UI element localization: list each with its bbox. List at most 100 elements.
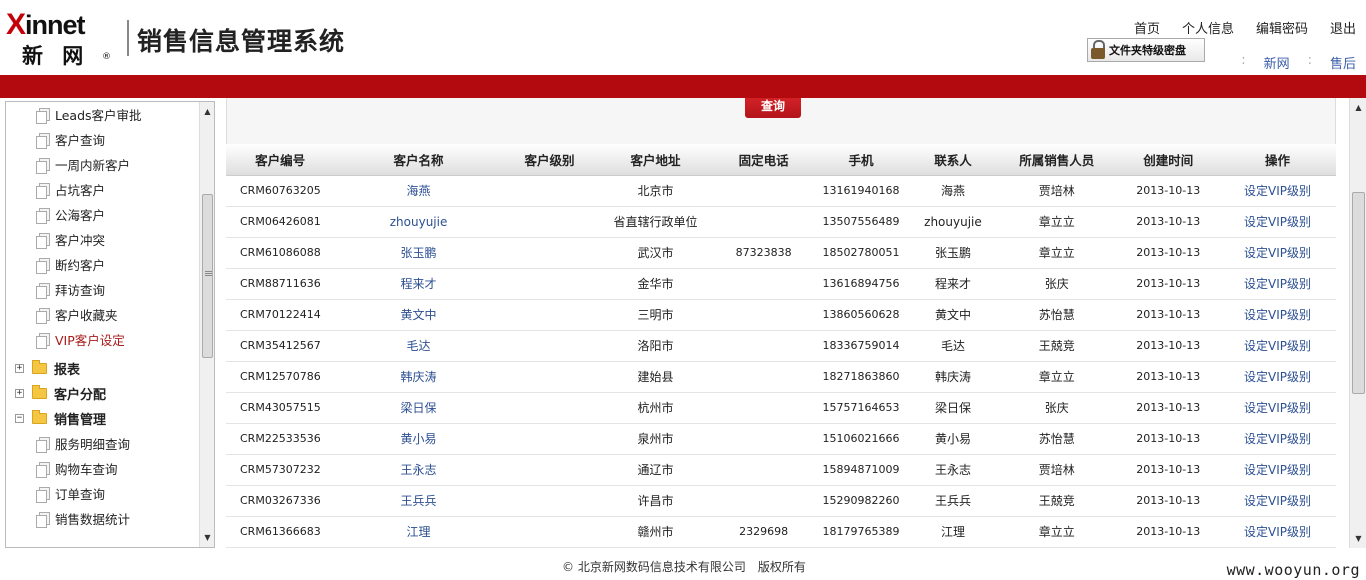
customer-name-link[interactable]: 王永志	[334, 454, 503, 486]
logo-cn: 新 网	[22, 43, 90, 68]
sidebar-item[interactable]: 断约客户	[6, 252, 105, 277]
sidebar-item[interactable]: 购物车查询	[6, 456, 118, 481]
customer-level-cell	[502, 237, 596, 269]
nav-logout[interactable]: 退出	[1330, 18, 1356, 37]
sidebar-item[interactable]: + 客户分配	[6, 381, 106, 406]
sidebar-item[interactable]: 占坑客户	[6, 177, 105, 202]
scroll-down-arrow-icon[interactable]: ▼	[1350, 531, 1366, 546]
contact-cell: 张玉鹏	[909, 237, 997, 269]
sidebar-item[interactable]: 一周内新客户	[6, 152, 130, 177]
customer-name-link[interactable]: 王兵兵	[334, 485, 503, 517]
customer-level-cell	[502, 299, 596, 331]
contact-cell: 程来才	[909, 268, 997, 300]
scroll-thumb[interactable]	[1352, 192, 1365, 394]
sidebar-item[interactable]: − 销售管理	[6, 406, 106, 431]
top-nav: 首页 个人信息 编辑密码 退出	[1134, 18, 1356, 37]
landline-cell	[714, 423, 813, 455]
logo-reg-mark: ®	[102, 52, 111, 62]
scroll-thumb[interactable]	[202, 194, 213, 358]
scroll-down-arrow-icon[interactable]: ▼	[200, 530, 214, 545]
set-vip-level-link[interactable]: 设定VIP级别	[1219, 485, 1336, 517]
collapse-icon[interactable]: −	[15, 414, 24, 423]
sidebar-item[interactable]: 销售数据统计	[6, 506, 130, 531]
set-vip-level-link[interactable]: 设定VIP级别	[1219, 330, 1336, 362]
header-divider	[127, 20, 129, 56]
nav-home[interactable]: 首页	[1134, 18, 1160, 37]
salesperson-cell: 章立立	[996, 237, 1118, 269]
landline-cell	[714, 175, 813, 207]
page-icon	[36, 307, 50, 324]
set-vip-level-link[interactable]: 设定VIP级别	[1219, 516, 1336, 548]
set-vip-level-link[interactable]: 设定VIP级别	[1219, 423, 1336, 455]
customer-address-cell: 金华市	[595, 268, 715, 300]
page-icon	[36, 207, 50, 224]
sidebar-item[interactable]: VIP客户设定	[6, 327, 125, 352]
customer-address-cell: 建始县	[595, 361, 715, 393]
sidebar-item[interactable]: Leads客户审批	[6, 102, 142, 127]
secret-folder-badge[interactable]: 文件夹特级密盘	[1087, 38, 1205, 62]
table-body: CRM60763205 海燕 北京市 13161940168 海燕 贾培林 2013-10-…	[226, 175, 1336, 548]
page-scrollbar[interactable]: ▲ ▼	[1349, 98, 1366, 548]
nav-profile[interactable]: 个人信息	[1182, 18, 1234, 37]
landline-cell	[714, 268, 813, 300]
set-vip-level-link[interactable]: 设定VIP级别	[1219, 206, 1336, 238]
customer-address-cell: 许昌市	[595, 485, 715, 517]
salesperson-cell: 张庆	[996, 268, 1118, 300]
customer-name-link[interactable]: 韩庆涛	[334, 361, 503, 393]
customer-name-link[interactable]: 江理	[334, 516, 503, 548]
subnav-separator: :	[1241, 53, 1246, 68]
customer-name-link[interactable]: 黄文中	[334, 299, 503, 331]
sidebar-item[interactable]: 客户收藏夹	[6, 302, 118, 327]
customer-level-cell	[502, 206, 596, 238]
sidebar-item[interactable]: 客户冲突	[6, 227, 105, 252]
sidebar-scrollbar[interactable]: ▲ ▼	[199, 102, 214, 547]
page-icon	[36, 486, 50, 503]
set-vip-level-link[interactable]: 设定VIP级别	[1219, 299, 1336, 331]
set-vip-level-link[interactable]: 设定VIP级别	[1219, 175, 1336, 207]
nav-edit-password[interactable]: 编辑密码	[1256, 18, 1308, 37]
scroll-up-arrow-icon[interactable]: ▲	[1350, 100, 1366, 115]
sidebar-item[interactable]: 公海客户	[6, 202, 105, 227]
sidebar-item[interactable]: 客户查询	[6, 127, 105, 152]
subnav-aftersales[interactable]: 售后	[1330, 53, 1356, 72]
set-vip-level-link[interactable]: 设定VIP级别	[1219, 237, 1336, 269]
expand-icon[interactable]: +	[15, 389, 24, 398]
customer-name-link[interactable]: 海燕	[334, 175, 503, 207]
main-content: 查询 客户编号 客户名称 客户级别 客户地址 固定电话 手机 联系人 所属销售人员 创建时间 操作…	[226, 98, 1336, 548]
column-header: 联系人	[909, 144, 997, 176]
sidebar-item[interactable]: 订单查询	[6, 481, 105, 506]
xinnet-logo[interactable]: Xinnet 新 网 ®	[6, 8, 118, 68]
column-header: 客户级别	[502, 144, 596, 176]
sidebar-item-label: 客户查询	[55, 133, 106, 148]
sidebar-item-label: 报表	[54, 363, 81, 378]
customer-name-link[interactable]: 毛达	[334, 330, 503, 362]
set-vip-level-link[interactable]: 设定VIP级别	[1219, 454, 1336, 486]
customer-name-link[interactable]: 张玉鹏	[334, 237, 503, 269]
table-row: CRM70122414 黄文中 三明市 13860560628 黄文中 苏怡慧 2013-1…	[226, 299, 1336, 331]
folder-icon	[32, 385, 47, 399]
salesperson-cell: 王兢竞	[996, 330, 1118, 362]
table-row: CRM03267336 王兵兵 许昌市 15290982260 王兵兵 王兢竞 2013-1…	[226, 485, 1336, 517]
set-vip-level-link[interactable]: 设定VIP级别	[1219, 361, 1336, 393]
expand-icon[interactable]: +	[15, 364, 24, 373]
customer-name-link[interactable]: 梁日保	[334, 392, 503, 424]
scroll-up-arrow-icon[interactable]: ▲	[200, 104, 214, 119]
landline-cell	[714, 330, 813, 362]
contact-cell: 海燕	[909, 175, 997, 207]
customer-name-link[interactable]: 程来才	[334, 268, 503, 300]
sidebar-item-label: 客户冲突	[55, 233, 106, 248]
customer-name-link[interactable]: 黄小易	[334, 423, 503, 455]
set-vip-level-link[interactable]: 设定VIP级别	[1219, 268, 1336, 300]
set-vip-level-link[interactable]: 设定VIP级别	[1219, 392, 1336, 424]
sidebar-item[interactable]: 服务明细查询	[6, 431, 130, 456]
subnav-xinnet[interactable]: 新网	[1264, 53, 1290, 72]
sidebar-item-label: 断约客户	[55, 258, 106, 273]
sidebar-item[interactable]: 拜访查询	[6, 277, 105, 302]
page-icon	[36, 107, 50, 124]
customer-level-cell	[502, 268, 596, 300]
customer-name-link[interactable]: zhouyujie	[334, 206, 503, 238]
folder-icon	[32, 360, 47, 374]
customer-id-cell: CRM70122414	[226, 299, 335, 331]
query-button[interactable]: 查询	[745, 98, 801, 118]
sidebar-item[interactable]: + 报表	[6, 356, 80, 381]
